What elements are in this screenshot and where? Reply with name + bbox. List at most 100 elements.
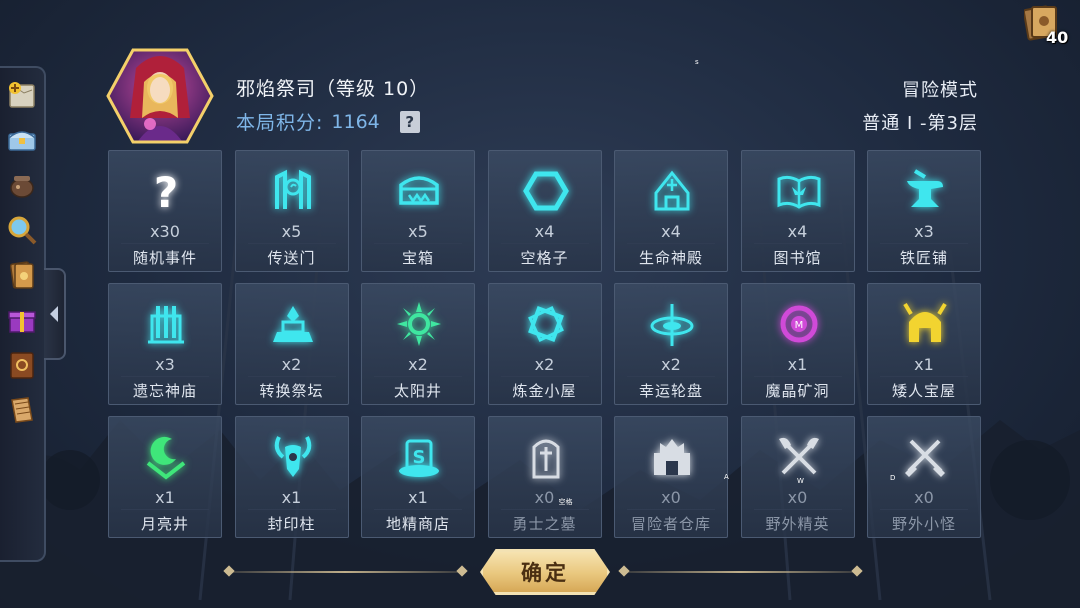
tile-label: 空格子 [520,249,569,267]
seal-pillar-icon [269,433,317,481]
tile-crystal-mine[interactable]: Mx1 魔晶矿洞 [740,283,855,405]
tile-separator [753,243,842,244]
temple-icon [142,300,190,348]
tile-label: 月亮井 [140,515,189,533]
tile-temple[interactable]: x3 遗忘神庙 [108,283,222,405]
hero-avatar [106,48,214,144]
tile-count: x0 [661,488,681,507]
tile-treasure-chest[interactable]: x5 宝箱 [361,150,475,272]
tile-crossed-swords[interactable]: x0 野外小怪 [867,416,981,538]
tile-separator [500,509,589,510]
crossed-axes-icon [775,433,823,481]
crossed-swords-icon [901,433,949,481]
tile-sun-well[interactable]: x2 太阳井 [361,283,475,405]
tile-separator [627,376,715,377]
tile-book[interactable]: x4 图书馆 [740,150,855,272]
event-tile-grid: ? x30 随机事件 x5 传送门 x5 宝箱 x4 空格子 x4 生命神殿 x4 图书馆 x3 铁匠铺 x3… [108,150,981,538]
confirm-button[interactable]: 确定 [480,549,610,595]
tile-label: 转换祭坛 [259,382,324,400]
tile-count: x1 [914,355,934,374]
sun-well-icon [395,300,443,348]
tile-label: 宝箱 [401,249,434,267]
marker-w: W [797,477,804,485]
divider-left [228,571,462,573]
tile-hexagon[interactable]: x4 空格子 [487,150,602,272]
altar-icon [269,300,317,348]
tile-separator [880,376,968,377]
tile-label: 魔晶矿洞 [765,382,830,400]
tile-tomb[interactable]: x0 勇士之墓 空格 [487,416,602,538]
sidebar-collapse-tab[interactable] [44,268,66,360]
marker-d: D [890,474,896,482]
tile-seal-pillar[interactable]: x1 封印柱 [234,416,349,538]
tile-moon-well[interactable]: x1 月亮井 [108,416,222,538]
tile-label: 图书馆 [773,249,822,267]
tile-label: 铁匠铺 [899,249,948,267]
tile-separator [247,243,336,244]
svg-text:?: ? [154,168,178,215]
help-button[interactable]: ? [399,110,420,133]
tile-count: x1 [281,488,302,507]
tile-separator [753,509,842,510]
divider-dot [223,565,235,577]
tile-alchemy[interactable]: x2 炼金小屋 [487,283,602,405]
tile-portal[interactable]: x5 传送门 [234,150,349,272]
tile-separator [374,243,462,244]
tile-label: 冒险者仓库 [630,515,711,533]
anvil-icon [901,167,949,215]
chest-icon[interactable] [3,121,41,159]
tile-separator [247,509,336,510]
divider-dot [851,565,863,577]
left-toolbar [0,66,46,562]
tile-label: 炼金小屋 [512,382,577,400]
tile-label: 遗忘神庙 [132,382,197,400]
tile-count: x30 [150,222,180,241]
map-add-icon[interactable] [3,76,41,114]
tile-question[interactable]: ? x30 随机事件 [108,150,222,272]
goblin-shop-icon: S [395,433,443,481]
treasure-chest-icon [395,167,443,215]
tile-altar[interactable]: x2 转换祭坛 [234,283,349,405]
marker-s: s [695,58,699,66]
tile-label: 封印柱 [267,515,316,533]
marker-a: A [724,473,729,481]
tile-wheel[interactable]: x2 幸运轮盘 [614,283,728,405]
pot-icon[interactable] [3,166,41,204]
svg-text:M: M [794,320,803,331]
tile-label: 幸运轮盘 [638,382,703,400]
question-icon: ? [142,167,190,217]
tile-label: 野外小怪 [891,515,956,533]
tile-count: x4 [661,222,681,241]
tile-dwarf-vault[interactable]: x1 矮人宝屋 [867,283,981,405]
alchemy-icon [522,300,570,348]
svg-text:S: S [413,447,426,468]
scroll-icon[interactable] [3,391,41,429]
wheel-icon [648,300,696,348]
divider-dot [456,565,468,577]
card-deck-counter[interactable]: 40 [1022,4,1074,48]
tile-separator [880,509,968,510]
tile-count: x5 [281,222,302,241]
tile-goblin-shop[interactable]: Sx1 地精商店 [361,416,475,538]
tile-count: x2 [281,355,302,374]
card-count: 40 [1046,28,1069,47]
tile-shrine[interactable]: x4 生命神殿 [614,150,728,272]
tile-count: x2 [661,355,681,374]
magnifier-icon[interactable] [3,211,41,249]
tile-warehouse[interactable]: x0 冒险者仓库 [614,416,728,538]
tile-separator [121,509,209,510]
tile-note: 空格 [558,498,573,506]
card-pack-icon[interactable] [3,256,41,294]
tile-label: 生命神殿 [638,249,703,267]
warehouse-icon [648,433,696,481]
tile-separator [880,243,968,244]
tile-anvil[interactable]: x3 铁匠铺 [867,150,981,272]
gift-box-icon[interactable] [3,301,41,339]
tile-count: x1 [408,488,428,507]
tomb-icon [522,433,570,481]
floor-indicator: 普通 I -第3层 [862,113,978,134]
spell-book-icon[interactable] [3,346,41,384]
tile-count: x0 [534,488,555,507]
tile-label: 随机事件 [132,249,197,267]
tile-count: x4 [787,222,808,241]
